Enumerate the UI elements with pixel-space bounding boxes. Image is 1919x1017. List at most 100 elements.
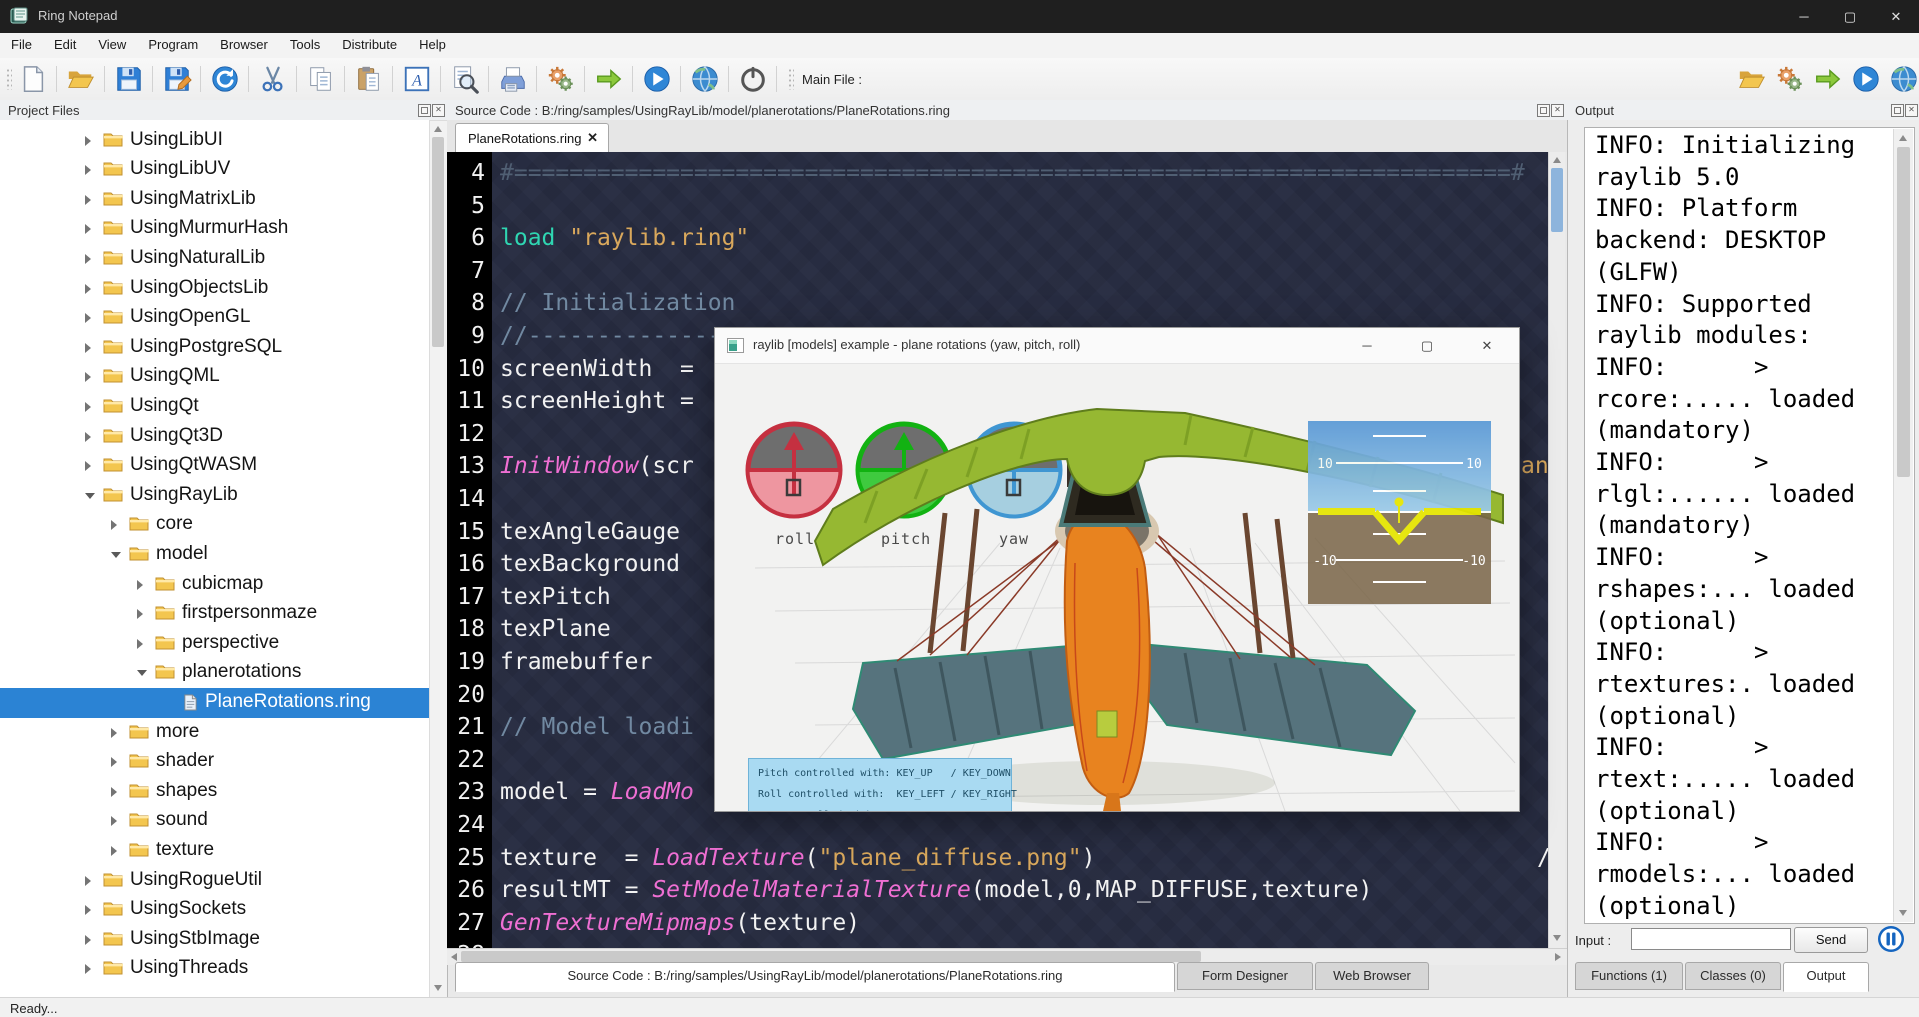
tab-functions-1-[interactable]: Functions (1) — [1575, 962, 1683, 990]
run-gui-icon[interactable] — [688, 62, 722, 96]
console-input[interactable] — [1631, 928, 1791, 950]
chevron-right-icon[interactable] — [111, 846, 117, 856]
close-panel-icon[interactable]: ✕ — [1551, 104, 1564, 117]
chevron-right-icon[interactable] — [137, 639, 143, 649]
chevron-right-icon[interactable] — [85, 224, 91, 234]
chevron-down-icon[interactable] — [111, 552, 121, 558]
tree-folder-more[interactable]: more — [0, 718, 447, 748]
tree-folder-usingpostgresql[interactable]: UsingPostgreSQL — [0, 333, 447, 363]
menu-edit[interactable]: Edit — [43, 33, 87, 56]
chevron-right-icon[interactable] — [85, 136, 91, 146]
tab-form-designer[interactable]: Form Designer — [1177, 962, 1313, 990]
tree-folder-usingraylib[interactable]: UsingRayLib — [0, 481, 447, 511]
chevron-right-icon[interactable] — [85, 905, 91, 915]
tree-folder-texture[interactable]: texture — [0, 836, 447, 866]
tree-folder-usingsockets[interactable]: UsingSockets — [0, 895, 447, 925]
scroll-up-icon[interactable] — [1553, 157, 1561, 163]
toolbar-grip[interactable] — [6, 68, 12, 90]
chevron-right-icon[interactable] — [111, 520, 117, 530]
menu-tools[interactable]: Tools — [279, 33, 331, 56]
tree-folder-usingqtwasm[interactable]: UsingQtWASM — [0, 451, 447, 481]
chevron-right-icon[interactable] — [85, 935, 91, 945]
scroll-up-icon[interactable] — [434, 126, 442, 132]
chevron-down-icon[interactable] — [137, 670, 147, 676]
build-gears-icon[interactable] — [544, 62, 578, 96]
tree-folder-usingthreads[interactable]: UsingThreads — [0, 954, 447, 984]
chevron-right-icon[interactable] — [111, 728, 117, 738]
stop-power-icon[interactable] — [736, 62, 770, 96]
raylib-window[interactable]: raylib [models] example - plane rotation… — [714, 327, 1520, 812]
tree-folder-sound[interactable]: sound — [0, 806, 447, 836]
raylib-close-button[interactable]: ✕ — [1465, 328, 1509, 363]
menu-file[interactable]: File — [0, 33, 43, 56]
tree-folder-model[interactable]: model — [0, 540, 447, 570]
scroll-up-icon[interactable] — [1899, 135, 1907, 141]
copy-icon[interactable] — [304, 62, 338, 96]
minimize-button[interactable]: ─ — [1781, 0, 1827, 33]
chevron-right-icon[interactable] — [85, 343, 91, 353]
font-icon[interactable]: A — [400, 62, 434, 96]
chevron-right-icon[interactable] — [85, 195, 91, 205]
tree-folder-usingmatrixlib[interactable]: UsingMatrixLib — [0, 185, 447, 215]
chevron-right-icon[interactable] — [111, 816, 117, 826]
close-panel-icon[interactable]: ✕ — [432, 104, 445, 117]
open-folder-icon[interactable] — [64, 62, 98, 96]
new-file-icon[interactable] — [16, 62, 50, 96]
save-as-icon[interactable] — [160, 62, 194, 96]
chevron-right-icon[interactable] — [85, 284, 91, 294]
scroll-down-icon[interactable] — [434, 985, 442, 991]
tree-folder-usingqml[interactable]: UsingQML — [0, 362, 447, 392]
tree-folder-usingqt3d[interactable]: UsingQt3D — [0, 422, 447, 452]
raylib-title-bar[interactable]: raylib [models] example - plane rotation… — [715, 328, 1519, 364]
tab-web-browser[interactable]: Web Browser — [1315, 962, 1429, 990]
goto-arrow-icon[interactable] — [592, 62, 626, 96]
run-gui-icon[interactable] — [1887, 62, 1919, 96]
output-scrollbar-thumb[interactable] — [1897, 147, 1910, 477]
tree-file-planerotations-ring[interactable]: PlaneRotations.ring — [0, 688, 447, 718]
chevron-right-icon[interactable] — [85, 432, 91, 442]
paste-icon[interactable] — [352, 62, 386, 96]
close-panel-icon[interactable]: ✕ — [1905, 104, 1918, 117]
tree-folder-usingrogueutil[interactable]: UsingRogueUtil — [0, 866, 447, 896]
tab-source-code-b-ring-samples-usi[interactable]: Source Code : B:/ring/samples/UsingRayLi… — [455, 962, 1175, 992]
chevron-right-icon[interactable] — [85, 372, 91, 382]
chevron-right-icon[interactable] — [85, 165, 91, 175]
tree-folder-firstpersonmaze[interactable]: firstpersonmaze — [0, 599, 447, 629]
chevron-right-icon[interactable] — [85, 313, 91, 323]
scroll-right-icon[interactable] — [1555, 953, 1561, 961]
run-icon[interactable] — [1849, 62, 1883, 96]
run-icon[interactable] — [640, 62, 674, 96]
send-button[interactable]: Send — [1794, 927, 1868, 953]
menu-program[interactable]: Program — [137, 33, 209, 56]
scroll-down-icon[interactable] — [1899, 910, 1907, 916]
vscroll-thumb[interactable] — [1551, 168, 1563, 232]
chevron-right-icon[interactable] — [85, 964, 91, 974]
save-icon[interactable] — [112, 62, 146, 96]
goto-arrow-icon[interactable] — [1811, 62, 1845, 96]
float-panel-icon[interactable] — [1891, 104, 1904, 117]
output-log-box[interactable]: INFO: Initializing raylib 5.0 INFO: Plat… — [1584, 127, 1915, 924]
hscroll-thumb[interactable] — [461, 951, 1201, 962]
close-button[interactable]: ✕ — [1873, 0, 1919, 33]
menu-view[interactable]: View — [87, 33, 137, 56]
tree-folder-cubicmap[interactable]: cubicmap — [0, 570, 447, 600]
tree-folder-perspective[interactable]: perspective — [0, 629, 447, 659]
tree-folder-core[interactable]: core — [0, 510, 447, 540]
reload-icon[interactable] — [208, 62, 242, 96]
raylib-minimize-button[interactable]: ─ — [1345, 328, 1389, 363]
menu-help[interactable]: Help — [408, 33, 457, 56]
project-scrollbar[interactable] — [429, 120, 448, 997]
maximize-button[interactable]: ▢ — [1827, 0, 1873, 33]
tab-output[interactable]: Output — [1783, 962, 1869, 992]
editor-vertical-scrollbar[interactable] — [1548, 152, 1565, 948]
project-scrollbar-thumb[interactable] — [432, 137, 444, 347]
tree-folder-usingmurmurhash[interactable]: UsingMurmurHash — [0, 214, 447, 244]
tree-folder-shapes[interactable]: shapes — [0, 777, 447, 807]
print-icon[interactable] — [496, 62, 530, 96]
tree-folder-shader[interactable]: shader — [0, 747, 447, 777]
tab-close-icon[interactable]: ✕ — [587, 130, 598, 146]
tab-planerotations[interactable]: PlaneRotations.ring ✕ — [455, 123, 609, 153]
chevron-right-icon[interactable] — [85, 254, 91, 264]
tree-folder-usingstbimage[interactable]: UsingStbImage — [0, 925, 447, 955]
float-panel-icon[interactable] — [418, 104, 431, 117]
